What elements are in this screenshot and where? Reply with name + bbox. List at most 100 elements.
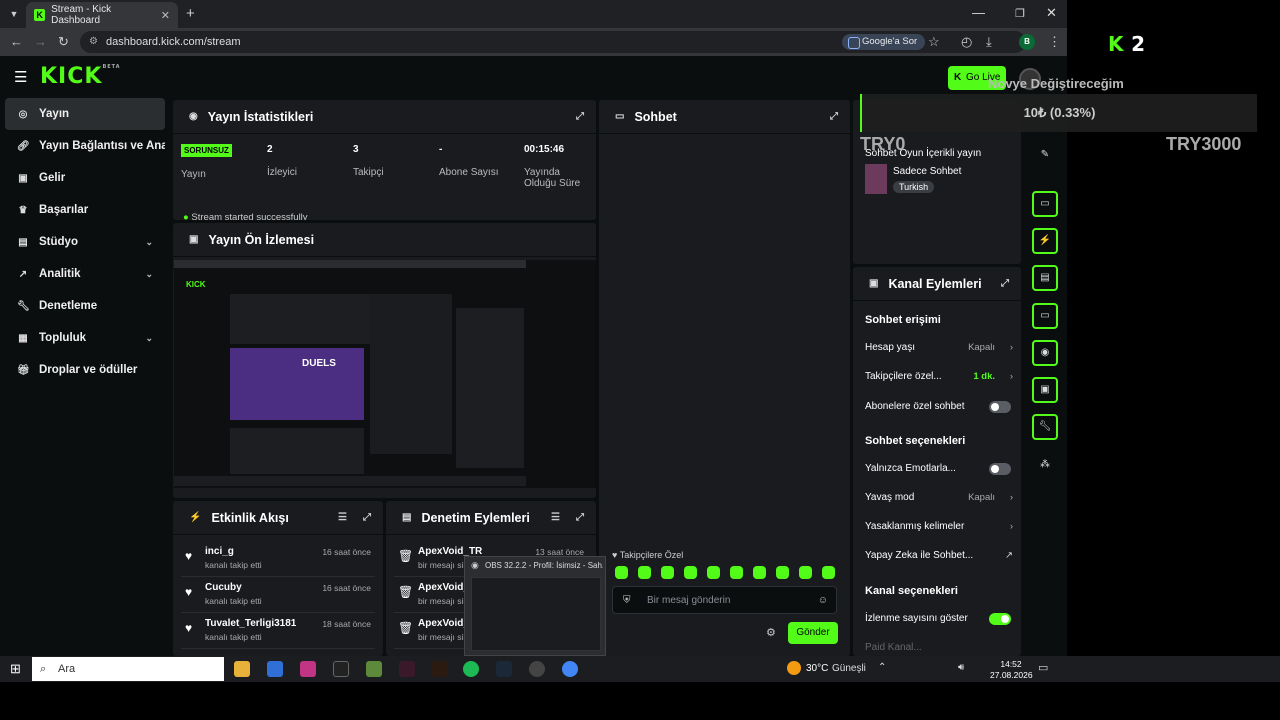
minecraft-icon[interactable]	[366, 661, 382, 677]
weather-temp[interactable]: 30°C	[806, 663, 828, 674]
sidebar-item-droplar[interactable]: 🎁︎ Droplar ve ödüller	[5, 354, 165, 386]
expand-icon[interactable]: ⤢	[1001, 278, 1009, 289]
feed-user[interactable]: Tuvalet_Terligi3181	[205, 618, 296, 629]
edit-icon[interactable]: ✎	[1032, 142, 1058, 168]
window-close-icon[interactable]: ✕	[1046, 5, 1057, 21]
notice-text: Stream started successfully	[191, 212, 308, 220]
sidebar-item-analitik[interactable]: ↗ Analitik ⌄	[5, 258, 165, 290]
clock-time[interactable]: 14:52	[1000, 659, 1022, 669]
emote-icon[interactable]	[707, 566, 720, 579]
show-viewers-toggle[interactable]	[989, 612, 1011, 625]
chrome-icon[interactable]	[562, 661, 578, 677]
browser-tab[interactable]: K Stream - Kick Dashboard ✕	[26, 2, 178, 28]
sidebar-item-basarilar[interactable]: ♛ Başarılar	[5, 194, 165, 226]
ai-chat-row[interactable]: Yapay Zeka ile Sohbet... ↗	[865, 550, 1013, 561]
banned-words-row[interactable]: Yasaklanmış kelimeler ›	[865, 521, 1013, 532]
weather-desc[interactable]: Güneşli	[832, 663, 866, 674]
expand-icon[interactable]: ⤢	[576, 512, 584, 523]
taskbar-search-input[interactable]: ⌕ Ara	[32, 657, 224, 681]
expand-icon[interactable]: ⤢	[830, 111, 838, 122]
feed-user[interactable]: Cucuby	[205, 582, 242, 593]
steam-icon[interactable]	[496, 661, 512, 677]
feed-user[interactable]: inci_g	[205, 546, 234, 557]
instagram-icon[interactable]	[300, 661, 316, 677]
app-icon[interactable]	[399, 661, 415, 677]
sidebar-item-studyo[interactable]: ▤ Stüdyo ⌄	[5, 226, 165, 258]
sidebar-item-gelir[interactable]: ▣ Gelir	[5, 162, 165, 194]
emotes-only-toggle[interactable]	[989, 462, 1011, 475]
hamburger-menu-icon[interactable]: ☰	[14, 68, 27, 86]
game-icon[interactable]	[432, 661, 448, 677]
quick-action-record-icon[interactable]: ◉	[1032, 340, 1058, 366]
back-icon[interactable]: ←	[10, 34, 23, 49]
google-ask-button[interactable]: Google'a Sor	[842, 34, 926, 50]
close-tab-icon[interactable]: ✕	[161, 9, 170, 22]
quick-action-more-icon[interactable]: ⁂	[1032, 452, 1058, 478]
sidebar-item-yayin[interactable]: ◎ Yayın	[5, 98, 165, 130]
followers-only-row[interactable]: Takipçilere özel... 1 dk. ›	[865, 371, 1013, 382]
subs-only-toggle[interactable]	[989, 400, 1011, 413]
new-tab-icon[interactable]: +	[186, 5, 195, 22]
emote-icon[interactable]	[730, 566, 743, 579]
url-field[interactable]: ⚙ dashboard.kick.com/stream Google'a Sor	[80, 31, 1026, 53]
file-explorer-icon[interactable]	[234, 661, 250, 677]
notification-icon[interactable]: ▭	[1038, 661, 1048, 674]
quick-action-store-icon[interactable]: ▣	[1032, 377, 1058, 403]
feed-action: kanalı takip etti	[205, 596, 262, 606]
spotify-icon[interactable]	[463, 661, 479, 677]
forward-icon[interactable]: →	[34, 34, 47, 49]
store-icon[interactable]	[267, 661, 283, 677]
emote-icon[interactable]	[661, 566, 674, 579]
emote-icon[interactable]	[615, 566, 628, 579]
preview-video[interactable]: KICK DUELS	[174, 260, 596, 488]
reload-icon[interactable]: ↻	[58, 34, 69, 50]
chat-message-input[interactable]: ⛨ Bir mesaj gönderin ☺	[612, 586, 837, 614]
epic-games-icon[interactable]	[333, 661, 349, 677]
mod-user[interactable]: ApexVoid_	[418, 582, 469, 593]
emote-icon[interactable]	[684, 566, 697, 579]
quick-action-lightning-icon[interactable]: ⚡	[1032, 228, 1058, 254]
kick-logo[interactable]: KICKBETA	[40, 64, 121, 89]
emoji-picker-icon[interactable]: ☺	[818, 587, 828, 615]
quick-action-clip-icon[interactable]: ▭	[1032, 191, 1058, 217]
send-button[interactable]: Gönder	[788, 622, 838, 644]
tray-chevron-up-icon[interactable]: ⌃	[878, 662, 886, 673]
tab-search-icon[interactable]: ▼	[6, 6, 22, 22]
quick-action-chat-icon[interactable]: ▭	[1032, 303, 1058, 329]
emote-icon[interactable]	[822, 566, 835, 579]
windows-start-icon[interactable]: ⊞	[10, 661, 21, 677]
obs-taskbar-preview[interactable]: ◉ OBS 32.2.2 - Profil: İsimsiz - Sah...	[464, 556, 606, 656]
history-icon[interactable]: ◴	[961, 34, 972, 50]
obs-taskbar-icon[interactable]	[529, 661, 545, 677]
menu-dots-icon[interactable]: ⋮	[1048, 34, 1061, 50]
stream-category[interactable]: Sadece Sohbet	[893, 166, 961, 177]
filter-icon[interactable]: ☰	[551, 512, 560, 523]
account-age-row[interactable]: Hesap yaşı Kapalı ›	[865, 342, 1013, 353]
emote-icon[interactable]	[799, 566, 812, 579]
download-icon[interactable]: ⤓	[986, 34, 992, 50]
paid-row[interactable]: Paid Kanal...	[865, 642, 1013, 653]
sidebar-item-topluluk[interactable]: ▦ Topluluk ⌄	[5, 322, 165, 354]
expand-icon[interactable]: ⤢	[576, 111, 584, 122]
emote-icon[interactable]	[638, 566, 651, 579]
quick-action-wrench-icon[interactable]: 🔧︎	[1032, 414, 1058, 440]
emote-icon[interactable]	[753, 566, 766, 579]
mod-user[interactable]: ApexVoid_	[418, 618, 469, 629]
volume-icon[interactable]: 🔊︎	[958, 662, 964, 673]
site-info-icon[interactable]: ⚙	[89, 31, 98, 53]
chat-settings-gear-icon[interactable]: ⚙	[766, 626, 776, 639]
language-tag: Turkish	[893, 181, 935, 193]
filter-icon[interactable]: ☰	[338, 512, 347, 523]
sidebar-item-stream-key[interactable]: 🔗︎ Yayın Bağlantısı ve Anahtar	[5, 130, 165, 162]
profile-avatar[interactable]: B	[1019, 34, 1035, 50]
bookmark-star-icon[interactable]: ☆	[928, 34, 940, 50]
emote-icon[interactable]	[776, 566, 789, 579]
preview-title: Yayın Ön İzlemesi	[208, 232, 315, 247]
expand-icon[interactable]: ⤢	[363, 512, 371, 523]
quick-action-list-icon[interactable]: ▤	[1032, 265, 1058, 291]
sidebar-item-denetleme[interactable]: 🔧︎ Denetleme	[5, 290, 165, 322]
restore-icon[interactable]: ❐	[1015, 7, 1025, 20]
clock-date[interactable]: 27.08.2026	[990, 670, 1033, 680]
minimize-icon[interactable]: —	[972, 5, 985, 20]
slow-mode-row[interactable]: Yavaş mod Kapalı ›	[865, 492, 1013, 503]
